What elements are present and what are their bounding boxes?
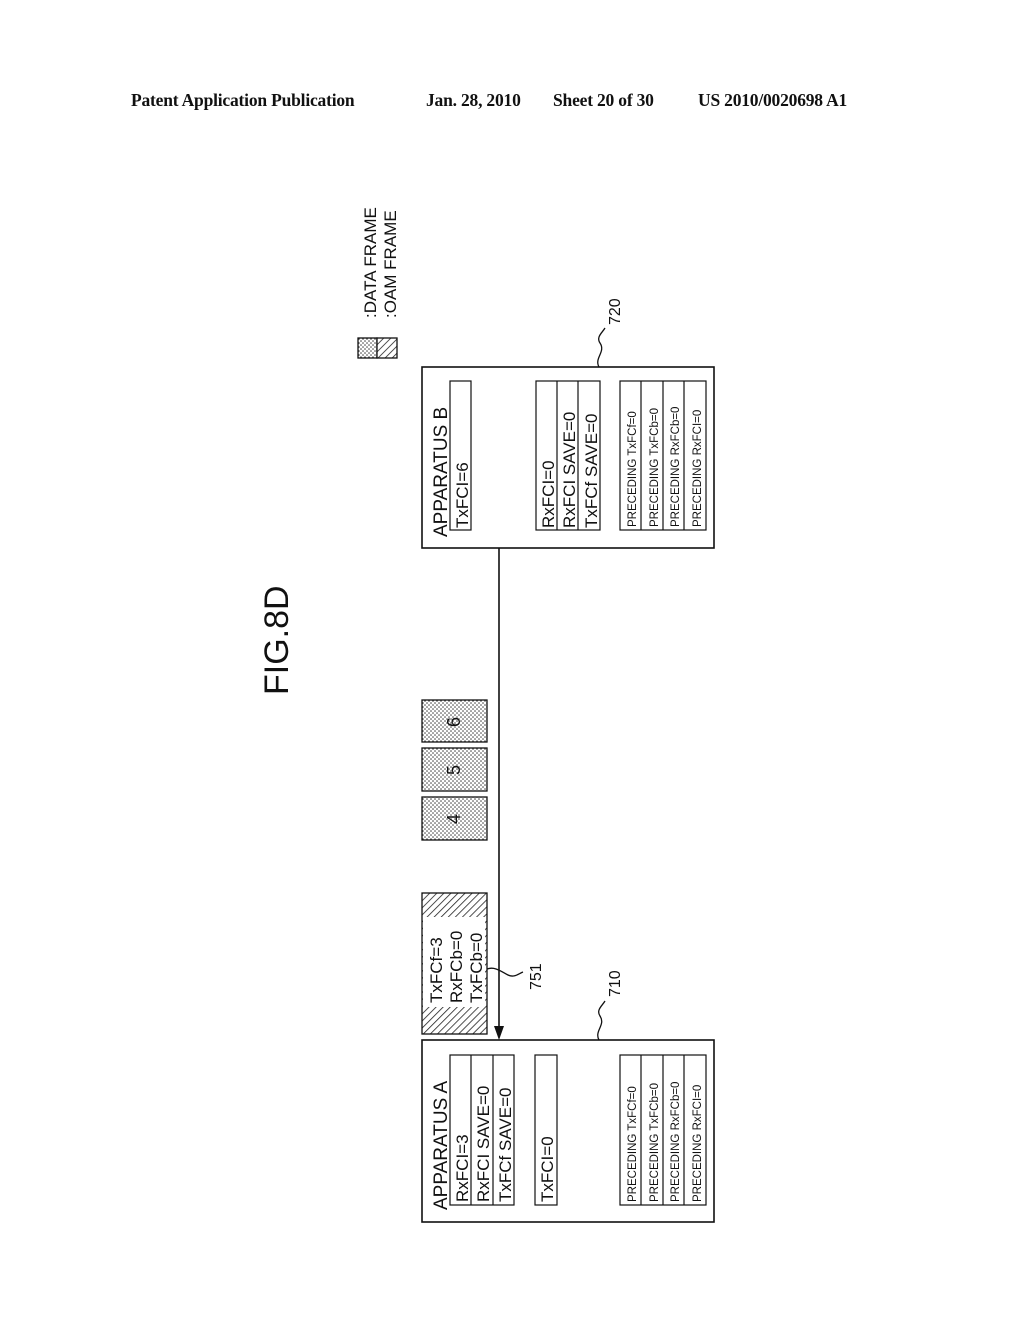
data-frame-4-label: 4 — [444, 814, 464, 824]
apparatus-a-preceding-rxfcb: PRECEDING RxFCb=0 — [670, 1082, 682, 1202]
ref-leader-751 — [486, 967, 524, 977]
legend-data-frame-swatch — [357, 337, 378, 359]
figure-8d: FIG.8D :DATA FRAME :OAM FRAME 720 APPARA… — [258, 207, 715, 1223]
apparatus-b-preceding-txfcf: PRECEDING TxFCf=0 — [627, 411, 639, 527]
legend-oam-frame-swatch — [376, 337, 398, 359]
apparatus-b-rxfcl: RxFCI=0 — [539, 460, 558, 528]
arrow-head-icon — [494, 1026, 504, 1040]
apparatus-a-preceding-rxfcl: PRECEDING RxFCI=0 — [692, 1085, 704, 1202]
apparatus-a-rxfcl-save: RxFCI SAVE=0 — [474, 1086, 493, 1202]
data-frame-6-label: 6 — [444, 717, 464, 727]
oam-frame-rxfcb: RxFCb=0 — [447, 931, 466, 1003]
apparatus-a-preceding-txfcb: PRECEDING TxFCb=0 — [649, 1083, 661, 1202]
apparatus-b-rxfcl-save: RxFCI SAVE=0 — [560, 412, 579, 528]
ref-leader-710 — [597, 1000, 606, 1041]
figure-title: FIG.8D — [258, 585, 296, 695]
apparatus-b-preceding-txfcb: PRECEDING TxFCb=0 — [649, 408, 661, 527]
apparatus-b-preceding-rxfcb: PRECEDING RxFCb=0 — [670, 407, 682, 527]
apparatus-a-ref: 710 — [607, 970, 624, 997]
oam-frame-txfcf: TxFCf=3 — [427, 937, 446, 1003]
apparatus-b-txfcl: TxFCI=6 — [453, 462, 472, 528]
apparatus-a-txfcf-save: TxFCf SAVE=0 — [496, 1088, 515, 1202]
apparatus-b-title: APPARATUS B — [431, 407, 452, 537]
apparatus-a-preceding-txfcf: PRECEDING TxFCf=0 — [627, 1086, 639, 1202]
apparatus-b-preceding-rxfcl: PRECEDING RxFCI=0 — [692, 410, 704, 527]
ref-leader-720 — [597, 327, 606, 368]
legend: :DATA FRAME :OAM FRAME — [357, 207, 400, 359]
apparatus-a-rxfcl: RxFCI=3 — [453, 1134, 472, 1202]
data-frames: 6 5 4 — [421, 699, 488, 841]
apparatus-a-txfcl: TxFCI=0 — [538, 1136, 557, 1202]
legend-data-frame-label: :DATA FRAME — [361, 207, 380, 318]
apparatus-a-title: APPARATUS A — [431, 1081, 452, 1210]
oam-frame: TxFCf=3 RxFCb=0 TxFCb=0 751 — [421, 892, 545, 1035]
oam-frame-txfcb: TxFCb=0 — [467, 933, 486, 1003]
data-frame-5-label: 5 — [444, 765, 464, 775]
apparatus-b-txfcf-save: TxFCf SAVE=0 — [582, 414, 601, 528]
apparatus-b: 720 APPARATUS B TxFCI=6 RxFCI=0 RxFCI SA… — [421, 298, 715, 549]
oam-frame-ref: 751 — [528, 963, 545, 990]
legend-oam-frame-label: :OAM FRAME — [381, 210, 400, 318]
apparatus-b-ref: 720 — [607, 298, 624, 325]
